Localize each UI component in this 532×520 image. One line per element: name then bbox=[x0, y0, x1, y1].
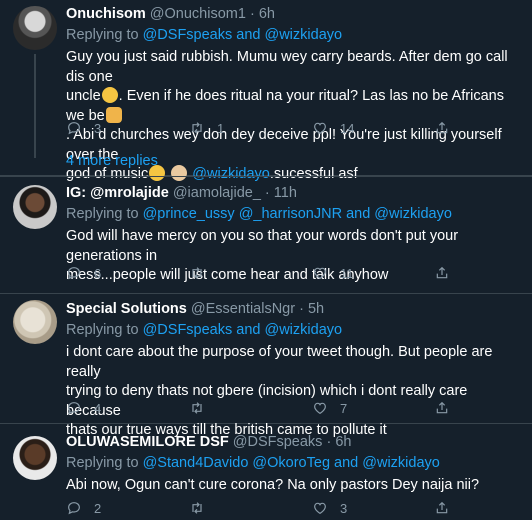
tweet-header: Onuchisom @Onuchisom1 · 6h bbox=[66, 5, 522, 24]
retweet-button[interactable] bbox=[189, 265, 217, 281]
display-name[interactable]: Special Solutions bbox=[66, 301, 187, 317]
share-icon bbox=[434, 120, 450, 136]
tweet-header: Special Solutions @EssentialsNgr · 5h bbox=[66, 300, 522, 319]
like-button[interactable]: 11 bbox=[312, 265, 354, 281]
share-button[interactable] bbox=[434, 400, 450, 416]
replying-to: Replying to @prince_ussy @_harrisonJNR a… bbox=[66, 206, 452, 222]
avatar[interactable] bbox=[13, 185, 57, 229]
reply-button[interactable]: 6 bbox=[66, 265, 101, 281]
share-button[interactable] bbox=[434, 500, 450, 516]
share-icon bbox=[434, 265, 450, 281]
timestamp[interactable]: 5h bbox=[308, 301, 324, 317]
timestamp[interactable]: 6h bbox=[335, 434, 351, 450]
separator-dot: · bbox=[326, 434, 332, 450]
share-button[interactable] bbox=[434, 120, 450, 136]
like-button[interactable]: 7 bbox=[312, 400, 347, 416]
timestamp[interactable]: 6h bbox=[259, 6, 275, 22]
reply-icon bbox=[66, 265, 82, 281]
thread-line bbox=[34, 54, 36, 158]
confused-face-emoji-icon bbox=[101, 87, 118, 103]
display-name[interactable]: OLUWASEMILORE DSF bbox=[66, 434, 229, 450]
heart-icon bbox=[312, 400, 328, 416]
retweet-icon bbox=[189, 500, 205, 516]
reply-button[interactable]: 3 bbox=[66, 120, 101, 136]
tweet-actions: 4 7 bbox=[66, 400, 466, 418]
avatar[interactable] bbox=[13, 6, 57, 50]
heart-icon bbox=[312, 120, 328, 136]
retweet-button[interactable] bbox=[189, 500, 217, 516]
reply-button[interactable]: 4 bbox=[66, 400, 101, 416]
display-name[interactable]: Onuchisom bbox=[66, 6, 146, 22]
share-icon bbox=[434, 500, 450, 516]
reply-button[interactable]: 2 bbox=[66, 500, 101, 516]
more-replies-link[interactable]: 4 more replies bbox=[66, 153, 158, 169]
share-icon bbox=[434, 400, 450, 416]
tweet-actions: 2 3 bbox=[66, 500, 466, 518]
like-button[interactable]: 3 bbox=[312, 500, 347, 516]
like-button[interactable]: 14 bbox=[312, 120, 354, 136]
replying-to-links[interactable]: @prince_ussy @_harrisonJNR and @wizkiday… bbox=[143, 206, 452, 222]
separator-dot: · bbox=[264, 185, 270, 201]
tweet-mrolajide[interactable]: IG: @mrolajide @iamolajide_ · 11h Replyi… bbox=[0, 176, 532, 294]
user-handle[interactable]: @Onuchisom1 bbox=[150, 6, 246, 22]
reply-icon bbox=[66, 120, 82, 136]
user-handle[interactable]: @DSFspeaks bbox=[233, 434, 323, 450]
heart-icon bbox=[312, 265, 328, 281]
heart-icon bbox=[312, 500, 328, 516]
share-button[interactable] bbox=[434, 265, 450, 281]
retweet-icon bbox=[189, 265, 205, 281]
avatar[interactable] bbox=[13, 436, 57, 480]
tweet-oluwasemilore[interactable]: OLUWASEMILORE DSF @DSFspeaks · 6h Replyi… bbox=[0, 424, 532, 520]
reply-icon bbox=[66, 500, 82, 516]
retweet-button[interactable]: 1 bbox=[189, 120, 224, 136]
retweet-icon bbox=[189, 120, 205, 136]
replying-to-links[interactable]: @DSFspeaks and @wizkidayo bbox=[143, 322, 343, 338]
tweet-header: IG: @mrolajide @iamolajide_ · 11h bbox=[66, 184, 522, 203]
replying-to: Replying to @DSFspeaks and @wizkidayo bbox=[66, 27, 343, 43]
tweet-header: OLUWASEMILORE DSF @DSFspeaks · 6h bbox=[66, 433, 522, 452]
tweet-text: Abi now, Ogun can't cure corona? Na only… bbox=[66, 477, 480, 493]
separator-dot: · bbox=[249, 6, 255, 22]
tweet-actions: 6 11 bbox=[66, 265, 466, 283]
replying-to-links[interactable]: @DSFspeaks and @wizkidayo bbox=[143, 27, 343, 43]
user-handle[interactable]: @iamolajide_ bbox=[173, 185, 261, 201]
replying-to: Replying to @Stand4Davido @OkoroTeg and … bbox=[66, 455, 440, 471]
replying-to-links[interactable]: @Stand4Davido @OkoroTeg and @wizkidayo bbox=[143, 455, 440, 471]
user-handle[interactable]: @EssentialsNgr bbox=[191, 301, 295, 317]
avatar[interactable] bbox=[13, 300, 57, 344]
tweet-special-solutions[interactable]: Special Solutions @EssentialsNgr · 5h Re… bbox=[0, 294, 532, 438]
separator-dot: · bbox=[299, 301, 304, 317]
retweet-icon bbox=[189, 400, 205, 416]
retweet-button[interactable] bbox=[189, 400, 217, 416]
tweet-actions: 3 1 14 bbox=[66, 120, 466, 138]
timestamp[interactable]: 11h bbox=[274, 185, 297, 201]
display-name[interactable]: IG: @mrolajide bbox=[66, 185, 169, 201]
replying-to: Replying to @DSFspeaks and @wizkidayo bbox=[66, 322, 343, 338]
tweet-onuchisom[interactable]: Onuchisom @Onuchisom1 · 6h Replying to @… bbox=[0, 0, 532, 182]
reply-icon bbox=[66, 400, 82, 416]
